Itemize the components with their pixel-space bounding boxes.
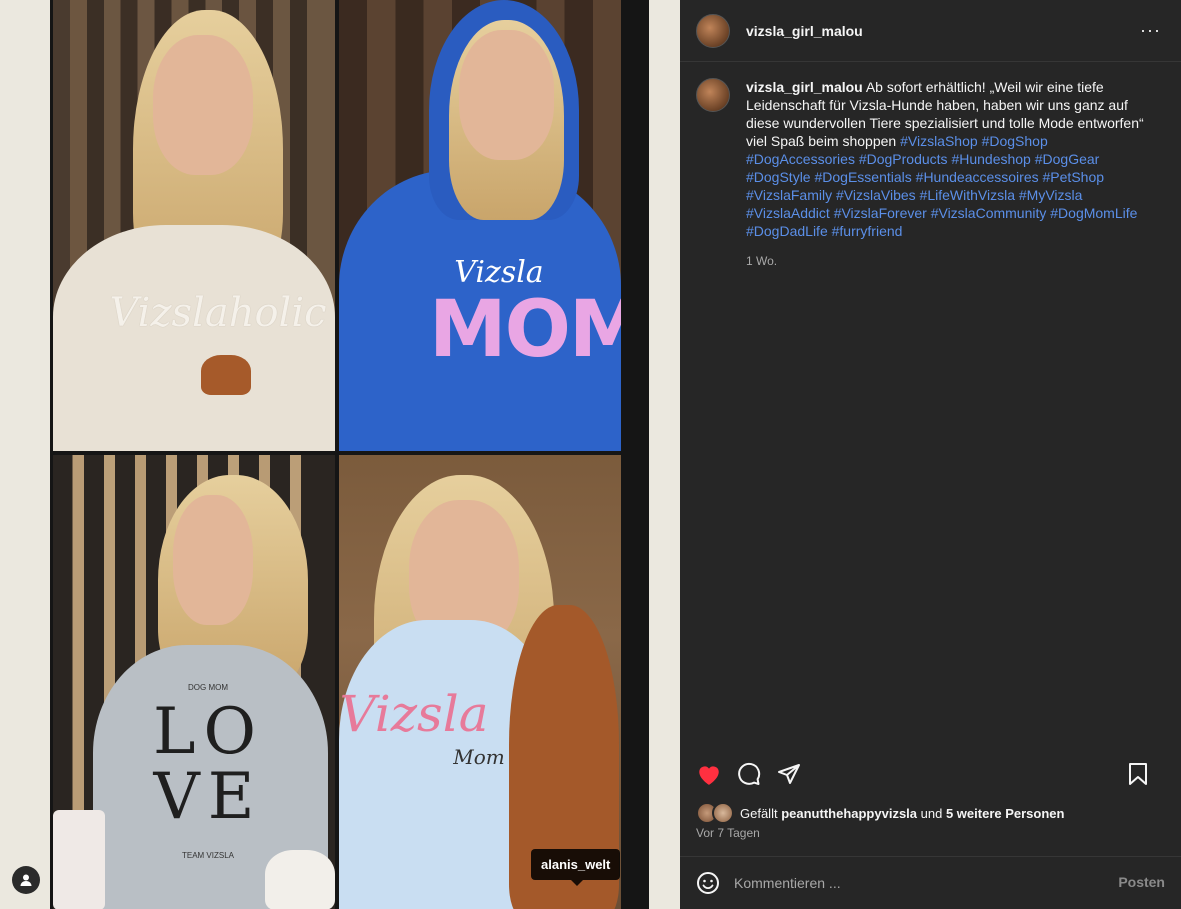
hashtag-link[interactable]: #Hundeaccessoires	[916, 169, 1039, 185]
avatar[interactable]	[696, 13, 730, 48]
likes-join: und	[920, 805, 943, 821]
save-button[interactable]	[1125, 761, 1151, 787]
liker-avatar	[712, 802, 734, 824]
hashtag-link[interactable]: #VizslaVibes	[836, 187, 916, 203]
post-actions	[696, 760, 1165, 788]
send-icon	[778, 764, 800, 784]
hashtag-link[interactable]: #Hundeshop	[951, 151, 1030, 167]
hashtag-link[interactable]: #VizslaAddict	[746, 205, 830, 221]
hashtag-link[interactable]: #DogShop	[982, 133, 1048, 149]
comment-icon	[738, 762, 761, 785]
bookmark-icon	[1129, 763, 1147, 785]
vase-shape	[265, 850, 335, 909]
comment-bar: Kommentieren ... Posten	[680, 856, 1181, 909]
shirt-love-line2: VE	[153, 760, 263, 834]
comment-button[interactable]	[736, 761, 762, 787]
photo-with-dog: Vizsla Mom	[339, 455, 621, 909]
likes-user[interactable]: peanutthehappyvizsla	[781, 806, 917, 821]
hashtag-link[interactable]: #DogAccessories	[746, 151, 855, 167]
hashtag-link[interactable]: #DogGear	[1035, 151, 1100, 167]
hashtag-link[interactable]: #PetShop	[1043, 169, 1105, 185]
hashtag-link[interactable]: #DogProducts	[859, 151, 948, 167]
hashtag-link[interactable]: #VizslaCommunity	[931, 205, 1047, 221]
hashtag-link[interactable]: #furryfriend	[832, 223, 903, 239]
like-button[interactable]	[696, 761, 722, 787]
post-media[interactable]: Vizslaholic Vizsla MOM DOG MOM LO VE T	[0, 0, 680, 909]
hashtag-link[interactable]: #LifeWithVizsla	[920, 187, 1015, 203]
caption-body: vizsla_girl_malou Ab sofort erhältlich! …	[746, 78, 1156, 270]
likes-text: Gefällt peanutthehappyvizsla und 5 weite…	[740, 806, 1064, 821]
hoodie-mom-text: MOM	[429, 285, 621, 375]
shirt-script-text: Vizsla	[339, 685, 489, 743]
caption-avatar[interactable]	[696, 78, 730, 112]
dog-print-shape	[201, 355, 251, 395]
hashtag-link[interactable]: #VizslaShop	[900, 133, 978, 149]
hashtag-link[interactable]: #DogDadLife	[746, 223, 828, 239]
hashtag-link[interactable]: #DogStyle	[746, 169, 811, 185]
post-dialog: Vizslaholic Vizsla MOM DOG MOM LO VE T	[0, 0, 1181, 909]
post-side-panel: vizsla_girl_malou ··· vizsla_girl_malou …	[680, 0, 1181, 909]
caption-block: vizsla_girl_malou Ab sofort erhältlich! …	[696, 78, 1165, 270]
hashtag-link[interactable]: #VizslaFamily	[746, 187, 832, 203]
shirt-love-line1: LO	[153, 695, 264, 769]
face-shape	[153, 35, 253, 175]
hashtag-link[interactable]: #VizslaForever	[834, 205, 927, 221]
beige-sweater	[53, 225, 335, 451]
comment-input[interactable]: Kommentieren ...	[734, 875, 841, 891]
likes-summary: Gefällt peanutthehappyvizsla und 5 weite…	[696, 802, 1064, 824]
hashtag-link[interactable]: #DogEssentials	[814, 169, 911, 185]
likes-prefix: Gefällt	[740, 805, 778, 821]
likes-others[interactable]: 5 weitere Personen	[946, 806, 1065, 821]
tagged-user-label[interactable]: alanis_welt	[531, 849, 621, 886]
tagged-users-button[interactable]	[12, 866, 40, 894]
share-button[interactable]	[776, 761, 802, 787]
sweater-print-text: Vizslaholic	[109, 290, 327, 336]
post-header: vizsla_girl_malou ···	[680, 0, 1181, 62]
hashtag-link[interactable]: #MyVizsla	[1019, 187, 1083, 203]
face-shape	[459, 30, 554, 160]
photo-collage: Vizslaholic Vizsla MOM DOG MOM LO VE T	[50, 0, 649, 909]
heart-icon	[699, 766, 719, 785]
photo-beige-sweater: Vizslaholic	[53, 0, 335, 451]
photo-grey-love-shirt: DOG MOM LO VE TEAM VIZSLA	[53, 455, 335, 909]
post-comment-button[interactable]: Posten	[1118, 874, 1165, 890]
post-time[interactable]: Vor 7 Tagen	[696, 826, 760, 840]
user-icon	[20, 874, 32, 886]
caption-time[interactable]: 1 Wo.	[746, 252, 1156, 270]
mug-shape	[53, 810, 105, 909]
hashtag-link[interactable]: #DogMomLife	[1050, 205, 1137, 221]
face-shape	[173, 495, 253, 625]
shirt-mom-text: Mom	[453, 745, 505, 769]
shirt-team-text: TEAM VIZSLA	[181, 851, 234, 860]
header-username[interactable]: vizsla_girl_malou	[746, 23, 863, 39]
caption-username[interactable]: vizsla_girl_malou	[746, 79, 863, 95]
photo-blue-hoodie: Vizsla MOM	[339, 0, 621, 451]
emoji-icon[interactable]	[696, 871, 720, 895]
shirt-dog-mom-text: DOG MOM	[188, 683, 228, 692]
